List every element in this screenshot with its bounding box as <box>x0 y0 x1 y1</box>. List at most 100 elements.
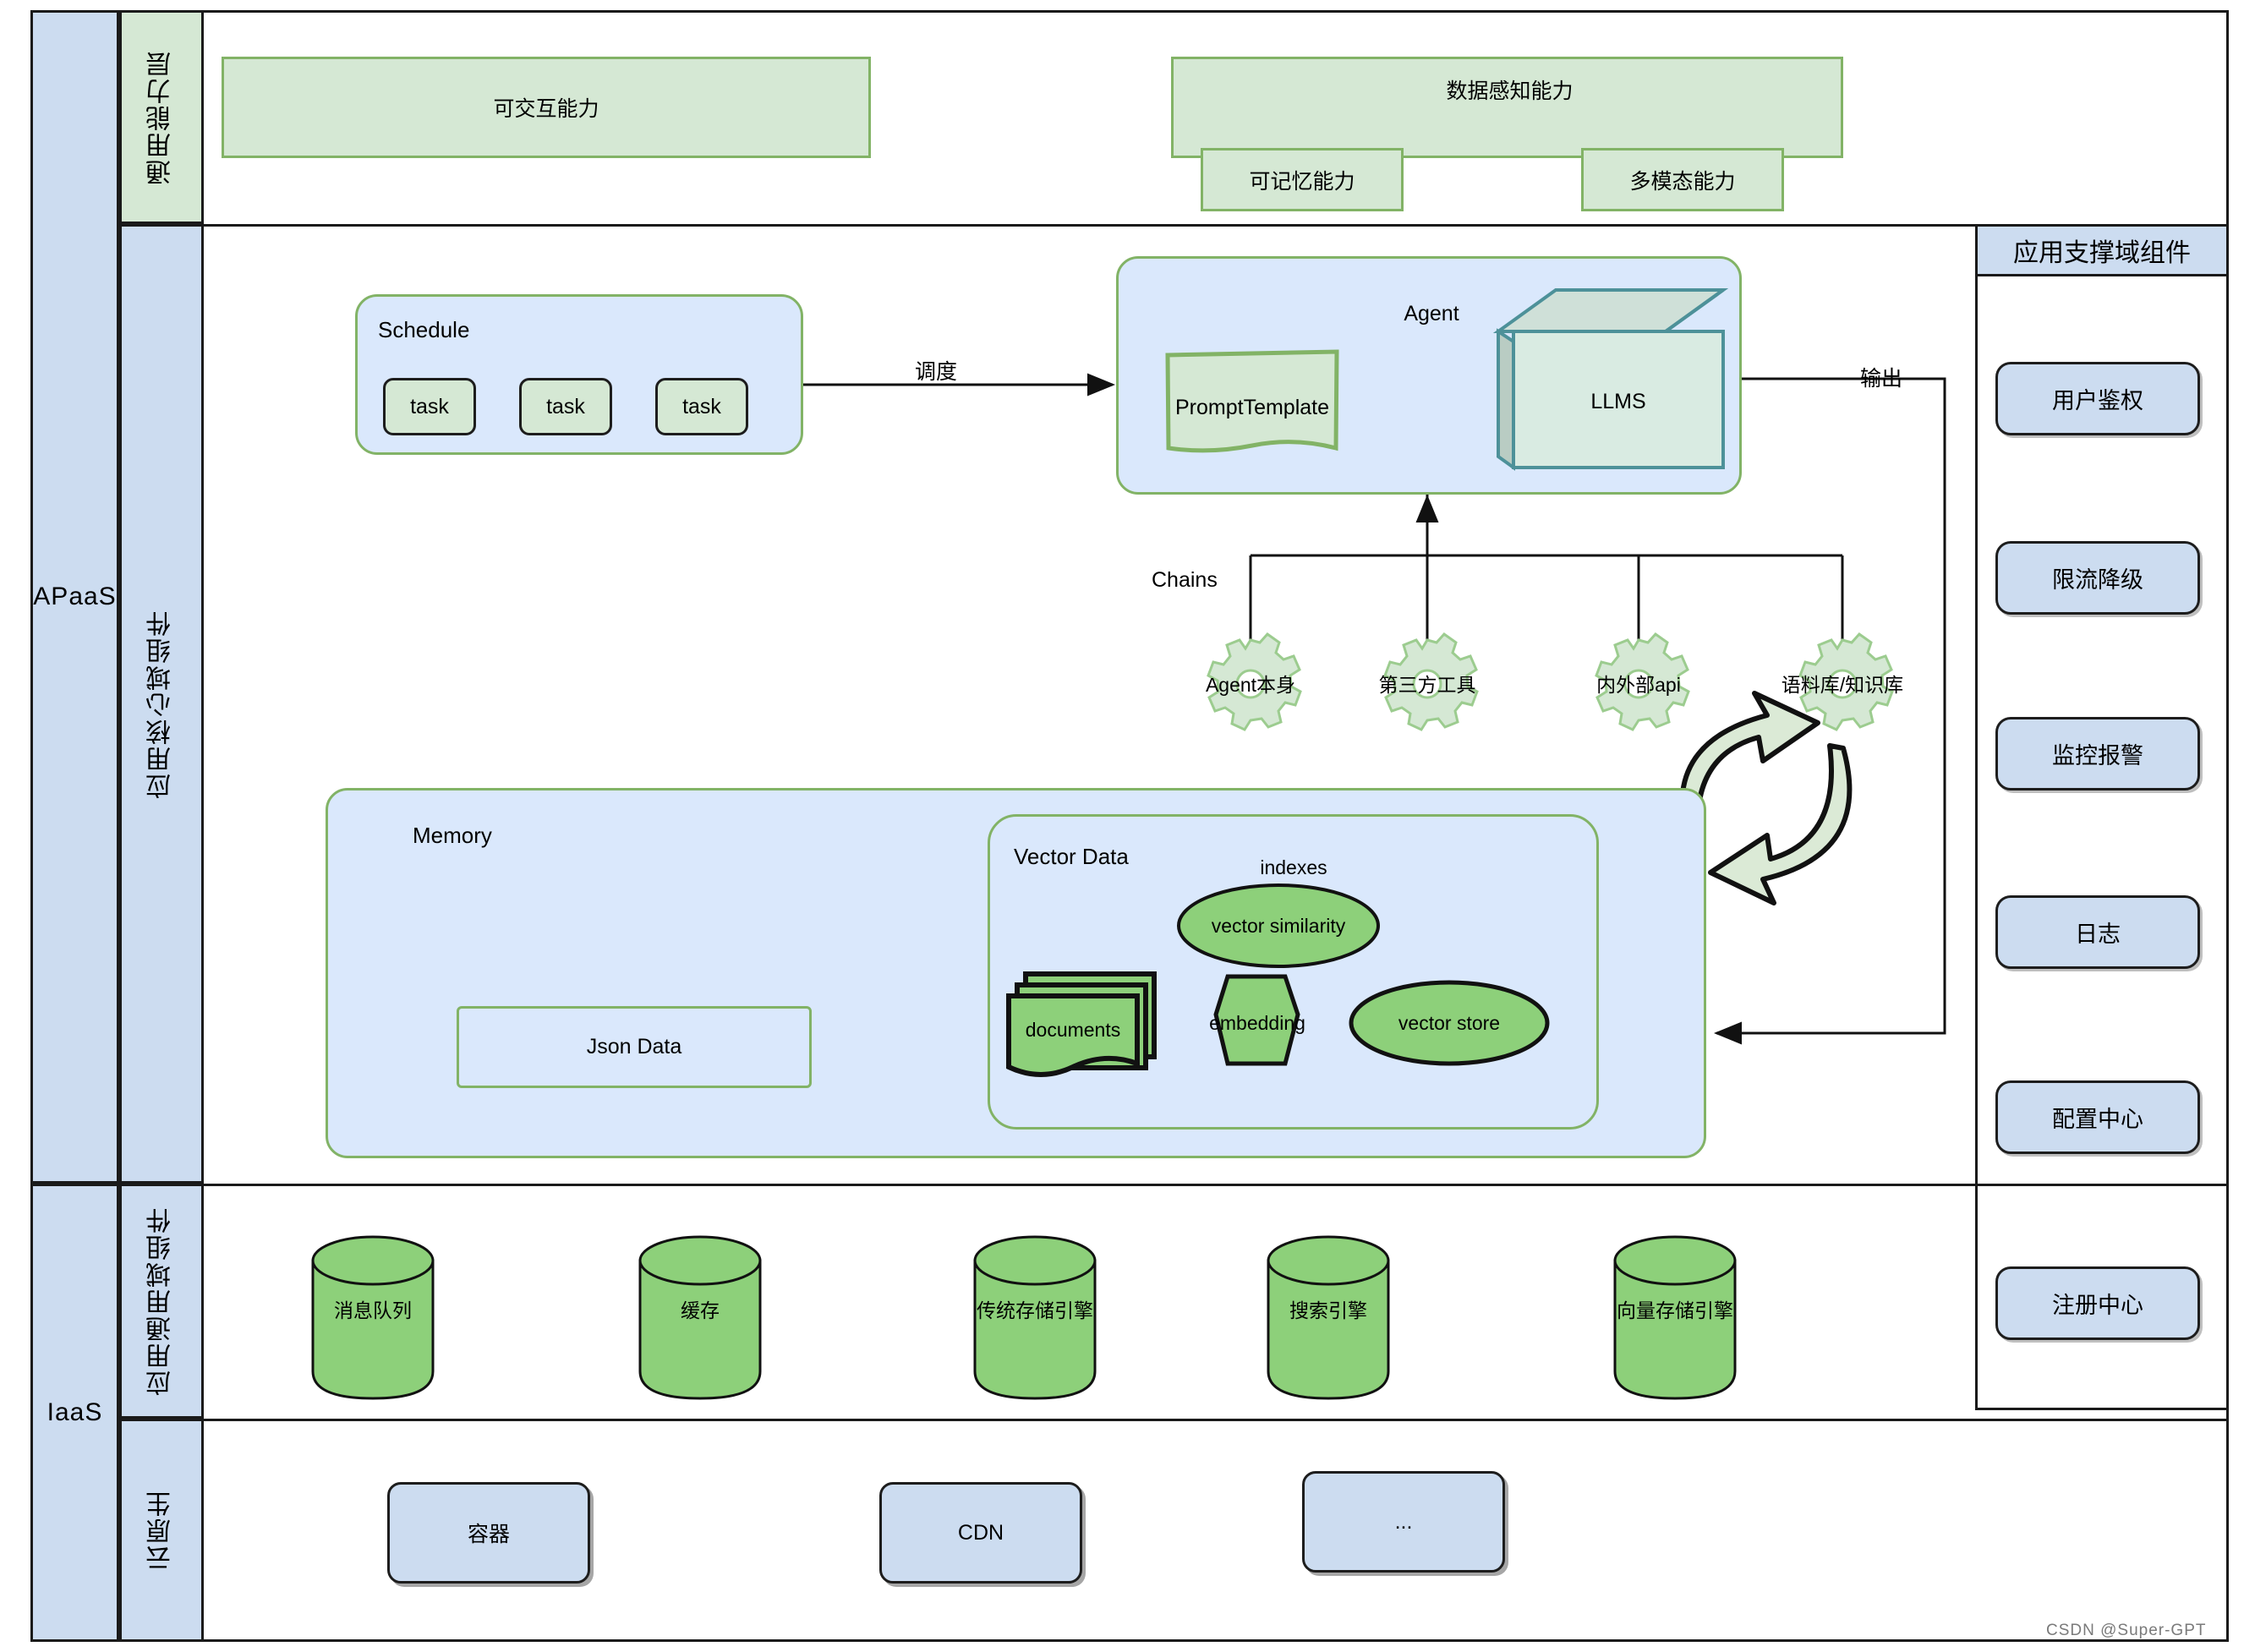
task-label: task <box>546 394 585 418</box>
cylinder-label-4-text: 向量存储引擎 <box>1617 1299 1733 1321</box>
support-item-2[interactable]: 监控报警 <box>1995 717 2200 790</box>
interactive-ability-label: 可交互能力 <box>493 97 599 121</box>
documents-label-wrap: documents <box>1009 1016 1137 1043</box>
json-data-box: Json Data <box>457 1006 812 1088</box>
documents-label: documents <box>1025 1018 1121 1041</box>
cylinder-label-4: 向量存储引擎 <box>1590 1295 1760 1322</box>
rail-apaas-label: APaaS <box>33 583 117 610</box>
rail-iaas: IaaS <box>30 1184 119 1642</box>
support-item-label: 用户鉴权 <box>2052 388 2143 413</box>
rail-general-ability: 通用能力层 <box>119 10 204 224</box>
cloud-native-item-1[interactable]: CDN <box>879 1482 1082 1584</box>
rail-app-common-domain: 应用通用域组件 <box>119 1184 204 1419</box>
chains-title-text: Chains <box>1152 568 1218 592</box>
rail-general-ability-label: 通用能力层 <box>147 49 175 185</box>
data-perception-box: 数据感知能力 <box>1171 57 1843 158</box>
rail-iaas-label: IaaS <box>47 1398 103 1426</box>
embedding-label-wrap: embedding <box>1204 1009 1311 1037</box>
data-perception-label-wrap: 数据感知能力 <box>1174 71 1846 108</box>
support-item-label: 注册中心 <box>2052 1293 2143 1318</box>
rail-app-core-domain-label: 应用核心域组件 <box>147 609 175 799</box>
cylinder-label-0: 消息队列 <box>288 1295 457 1322</box>
cylinder-label-2: 传统存储引擎 <box>950 1295 1119 1322</box>
arrow-output-label: 输出 <box>1860 362 1902 392</box>
divider-support-bottom <box>1975 1408 2229 1410</box>
agent-title: Agent <box>1404 301 1459 325</box>
arrow-output-label-text: 输出 <box>1860 367 1903 391</box>
memorable-ability-label: 可记忆能力 <box>1249 169 1355 194</box>
gear-label-4-text: 语料库/知识库 <box>1781 674 1904 696</box>
divider-common-cloud <box>30 1419 2229 1421</box>
chains-title: Chains <box>1152 568 1218 593</box>
multimodal-ability-box: 多模态能力 <box>1581 148 1784 211</box>
arrow-schedule-label-text: 调度 <box>915 360 958 384</box>
divider-core-common <box>30 1184 2229 1186</box>
embedding-label: embedding <box>1209 1011 1305 1034</box>
prompt-template-label-wrap: PromptTemplate <box>1168 393 1337 422</box>
support-item-3[interactable]: 日志 <box>1995 895 2200 969</box>
support-item-label: 限流降级 <box>2052 567 2143 593</box>
rail-cloud-native-label: 云原生 <box>147 1490 175 1571</box>
cylinder-label-1-text: 缓存 <box>681 1299 720 1321</box>
gear-label-1: Agent本身 <box>1166 668 1335 698</box>
cloud-native-item-label: ... <box>1394 1509 1413 1534</box>
interactive-ability-box: 可交互能力 <box>222 57 871 158</box>
gear-label-2-text: 第三方工具 <box>1378 674 1476 696</box>
gear-label-1-text: Agent本身 <box>1205 674 1296 696</box>
vector-store-label: vector store <box>1398 1011 1501 1034</box>
support-item-label: 配置中心 <box>2052 1107 2143 1132</box>
cylinder-label-0-text: 消息队列 <box>334 1299 412 1321</box>
support-item-0[interactable]: 用户鉴权 <box>1995 362 2200 435</box>
prompt-template-label: PromptTemplate <box>1174 395 1330 419</box>
cylinder-label-1: 缓存 <box>616 1295 785 1322</box>
gear-label-4: 语料库/知识库 <box>1749 668 1935 698</box>
memory-title: Memory <box>413 823 492 848</box>
vector-data-title: Vector Data <box>1014 844 1129 869</box>
task-box-1[interactable]: task <box>383 378 476 435</box>
vector-similarity-label-wrap: vector similarity <box>1179 912 1378 939</box>
rail-apaas: APaaS <box>30 10 119 1184</box>
task-label: task <box>682 394 721 418</box>
task-box-3[interactable]: task <box>655 378 748 435</box>
rail-app-common-domain-label: 应用通用域组件 <box>147 1206 175 1396</box>
divider-support-right <box>1975 224 1978 1408</box>
vector-similarity-label: vector similarity <box>1211 914 1346 937</box>
cloud-native-item-0[interactable]: 容器 <box>387 1482 590 1584</box>
indexes-label: indexes <box>1260 856 1327 878</box>
task-box-2[interactable]: task <box>519 378 612 435</box>
support-domain-header: 应用支撑域组件 <box>1975 224 2229 276</box>
architecture-diagram: APaaS IaaS 通用能力层 应用核心域组件 应用通用域组件 云原生 可交互… <box>0 0 2244 1652</box>
gear-label-3: 内外部api <box>1554 668 1723 698</box>
agent-title-wrap: Agent <box>1119 299 1744 328</box>
gear-label-2: 第三方工具 <box>1343 668 1512 698</box>
vector-store-label-wrap: vector store <box>1351 1009 1547 1037</box>
cylinder-label-3: 搜索引擎 <box>1244 1295 1413 1322</box>
cylinder-label-2-text: 传统存储引擎 <box>977 1299 1093 1321</box>
support-item-4[interactable]: 配置中心 <box>1995 1080 2200 1154</box>
cloud-native-item-label: 容器 <box>467 1523 510 1546</box>
support-item-label: 日志 <box>2075 922 2121 947</box>
agent-container: Agent <box>1116 256 1742 495</box>
cylinder-label-3-text: 搜索引擎 <box>1289 1299 1367 1321</box>
multimodal-ability-label: 多模态能力 <box>1629 169 1736 194</box>
support-item-1[interactable]: 限流降级 <box>1995 541 2200 615</box>
support-domain-title: 应用支撑域组件 <box>2013 239 2191 267</box>
json-data-label: Json Data <box>586 1035 682 1058</box>
cloud-native-item-label: CDN <box>957 1520 1004 1545</box>
gear-label-3-text: 内外部api <box>1596 674 1681 696</box>
rail-cloud-native: 云原生 <box>119 1419 204 1642</box>
schedule-title: Schedule <box>378 317 470 342</box>
divider-general-core <box>119 224 2229 227</box>
rail-app-core-domain: 应用核心域组件 <box>119 224 204 1184</box>
llms-label: LLMS <box>1590 389 1646 413</box>
arrow-schedule-label: 调度 <box>915 355 957 386</box>
watermark: CSDN @Super-GPT <box>2046 1622 2207 1639</box>
support-item-registry[interactable]: 注册中心 <box>1995 1266 2200 1340</box>
llms-label-wrap: LLMS <box>1513 387 1723 416</box>
support-item-label: 监控报警 <box>2052 743 2143 769</box>
task-label: task <box>410 394 449 418</box>
cloud-native-item-2[interactable]: ... <box>1302 1471 1505 1573</box>
data-perception-label: 数据感知能力 <box>1446 79 1574 103</box>
memorable-ability-box: 可记忆能力 <box>1201 148 1404 211</box>
indexes-label-wrap: indexes <box>1167 854 1420 881</box>
